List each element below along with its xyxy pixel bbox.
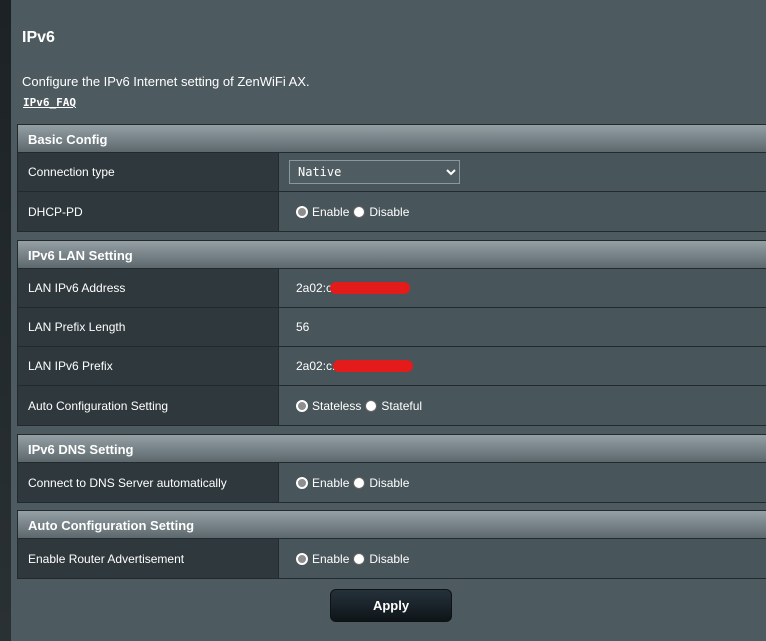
redaction-mark: [330, 282, 411, 294]
apply-button[interactable]: Apply: [330, 589, 452, 622]
lan-ipv6-prefix-value: 2a02:c.: [296, 359, 336, 373]
radio-icon: [296, 205, 308, 218]
field-label: Connection type: [18, 153, 279, 191]
section-header: IPv6 LAN Setting: [18, 241, 766, 269]
page-description: Configure the IPv6 Internet setting of Z…: [22, 74, 310, 89]
dns-auto-enable-radio[interactable]: Enable: [296, 476, 349, 490]
lan-ipv6-address-value: 2a02:c: [296, 281, 333, 295]
field-label: Connect to DNS Server automatically: [18, 463, 279, 502]
radio-icon: [296, 476, 308, 489]
ipv6-lan-section: IPv6 LAN Setting LAN IPv6 Address 2a02:c …: [17, 240, 766, 426]
page-title: IPv6: [22, 29, 55, 46]
connection-type-select[interactable]: Native: [289, 160, 460, 184]
field-label: DHCP-PD: [18, 192, 279, 231]
radio-label: Disable: [369, 204, 410, 219]
radio-icon: [353, 476, 366, 489]
ipv6-dns-section: IPv6 DNS Setting Connect to DNS Server a…: [17, 434, 766, 503]
stateful-radio[interactable]: Stateful: [365, 399, 422, 413]
ra-disable-radio[interactable]: Disable: [353, 552, 409, 566]
dhcp-pd-row: DHCP-PD Enable Disable: [18, 192, 766, 231]
radio-icon: [296, 399, 308, 412]
section-header: Basic Config: [18, 125, 766, 153]
radio-icon: [353, 205, 366, 218]
radio-label: Disable: [369, 551, 410, 566]
section-header: Auto Configuration Setting: [18, 511, 766, 539]
basic-config-section: Basic Config Connection type Native DHCP…: [17, 124, 766, 232]
dhcp-pd-enable-radio[interactable]: Enable: [296, 205, 349, 219]
lan-prefix-length-value: 56: [296, 320, 310, 334]
field-label: LAN Prefix Length: [18, 308, 279, 346]
stateless-radio[interactable]: Stateless: [296, 399, 361, 413]
radio-icon: [353, 552, 366, 565]
field-label: LAN IPv6 Address: [18, 269, 279, 307]
ra-enable-radio[interactable]: Enable: [296, 552, 349, 566]
radio-icon: [296, 552, 308, 565]
radio-label: Enable: [312, 551, 350, 566]
radio-label: Enable: [312, 475, 350, 490]
radio-label: Stateless: [312, 398, 362, 413]
connection-type-row: Connection type Native: [18, 153, 766, 192]
auto-configuration-section: Auto Configuration Setting Enable Router…: [17, 510, 766, 579]
left-sidebar-edge: [0, 0, 11, 641]
field-label: LAN IPv6 Prefix: [18, 347, 279, 385]
section-header: IPv6 DNS Setting: [18, 435, 766, 463]
radio-icon: [365, 399, 378, 412]
radio-label: Disable: [369, 475, 410, 490]
dhcp-pd-disable-radio[interactable]: Disable: [353, 205, 409, 219]
ipv6-faq-link[interactable]: IPv6_FAQ: [23, 96, 76, 109]
field-label: Auto Configuration Setting: [18, 386, 279, 425]
redaction-mark: [333, 360, 414, 372]
radio-label: Stateful: [381, 398, 423, 413]
dns-auto-disable-radio[interactable]: Disable: [353, 476, 409, 490]
radio-label: Enable: [312, 204, 350, 219]
field-label: Enable Router Advertisement: [18, 539, 279, 578]
